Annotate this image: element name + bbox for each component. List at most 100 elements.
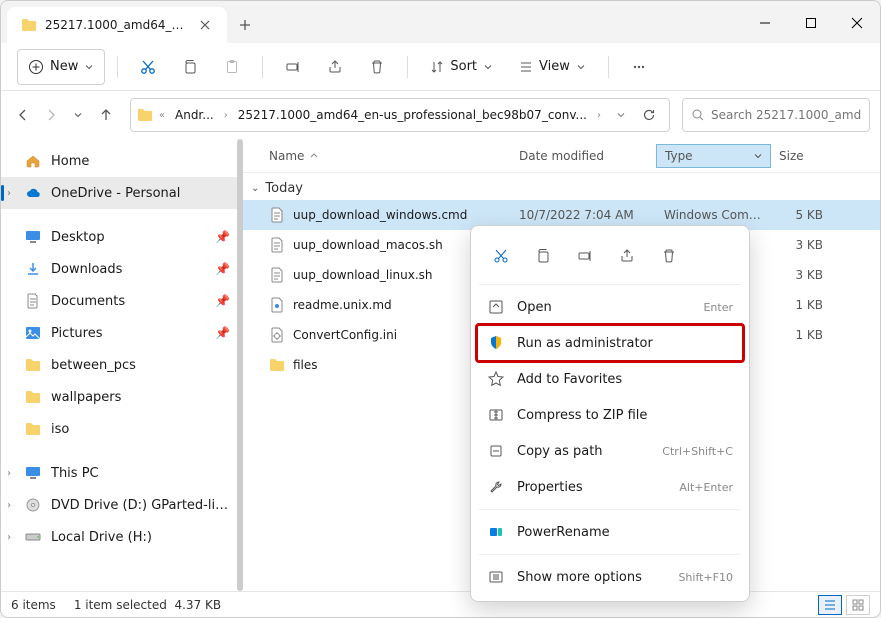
rename-icon (285, 59, 301, 75)
search-input[interactable] (711, 108, 861, 122)
ctx-item-label: PowerRename (517, 525, 610, 540)
file-type-cell: Windows Comma... (656, 208, 771, 222)
sidebar: Home › OneDrive - Personal Desktop 📌 Dow… (1, 139, 241, 591)
separator (479, 509, 741, 510)
scissors-icon (139, 58, 157, 76)
sidebar-item-downloads[interactable]: Downloads 📌 (1, 253, 240, 285)
home-icon (25, 153, 41, 169)
maximize-button[interactable] (788, 7, 834, 39)
active-tab[interactable]: 25217.1000_amd64_en-us_pro (7, 7, 227, 43)
column-type[interactable]: Type (656, 144, 771, 168)
ctx-share-button[interactable] (609, 238, 645, 274)
sidebar-item-home[interactable]: Home (1, 145, 240, 177)
file-name: ConvertConfig.ini (293, 328, 397, 342)
file-name: files (293, 358, 318, 372)
arrow-up-icon (98, 107, 114, 123)
file-name: uup_download_windows.cmd (293, 208, 467, 222)
ctx-delete-button[interactable] (651, 238, 687, 274)
sidebar-item-desktop[interactable]: Desktop 📌 (1, 221, 240, 253)
column-size[interactable]: Size (771, 149, 831, 163)
pin-icon: 📌 (215, 262, 230, 276)
separator (608, 56, 609, 78)
sort-icon (430, 60, 444, 74)
sort-label: Sort (450, 59, 477, 74)
separator (479, 554, 741, 555)
ctx-cut-button[interactable] (483, 238, 519, 274)
ctx-rename-button[interactable] (567, 238, 603, 274)
chevron-right-icon[interactable]: › (7, 500, 21, 511)
ctx-compress[interactable]: Compress to ZIP file (477, 397, 743, 433)
view-button[interactable]: View (509, 49, 596, 85)
breadcrumb-part[interactable]: 25217.1000_amd64_en-us_professional_bec9… (234, 104, 591, 126)
zip-icon (487, 406, 505, 424)
file-explorer-window: 25217.1000_amd64_en-us_pro New (0, 0, 881, 618)
ctx-favorites[interactable]: Add to Favorites (477, 361, 743, 397)
file-size-cell: 3 KB (771, 238, 831, 252)
share-button[interactable] (317, 49, 353, 85)
plus-circle-icon (28, 59, 44, 75)
sidebar-item-dvd[interactable]: › DVD Drive (D:) GParted-live (1, 489, 240, 521)
new-tab-button[interactable] (227, 7, 263, 43)
column-name[interactable]: Name (261, 149, 511, 163)
group-today[interactable]: ⌄ Today (241, 173, 880, 200)
splitter-handle[interactable] (237, 139, 243, 591)
sidebar-item-folder[interactable]: iso (1, 413, 240, 445)
rename-button[interactable] (275, 49, 311, 85)
sidebar-item-onedrive[interactable]: › OneDrive - Personal (1, 177, 240, 209)
new-button[interactable]: New (17, 49, 105, 85)
sort-button[interactable]: Sort (420, 49, 503, 85)
star-icon (487, 370, 505, 388)
details-view-button[interactable] (818, 595, 842, 615)
status-selected: 1 item selected 4.37 KB (74, 598, 221, 612)
context-menu: Open Enter Run as administrator Add to F… (470, 225, 750, 602)
chevron-right-icon[interactable]: › (7, 532, 21, 543)
address-bar[interactable]: « Andr... › 25217.1000_amd64_en-us_profe… (130, 98, 670, 132)
ctx-copy-button[interactable] (525, 238, 561, 274)
chevron-right-icon[interactable]: › (7, 188, 21, 199)
sidebar-item-pictures[interactable]: Pictures 📌 (1, 317, 240, 349)
drive-icon (25, 531, 41, 543)
recent-button[interactable] (66, 97, 90, 133)
chevron-down-icon (84, 62, 94, 72)
ctx-more-options[interactable]: Show more options Shift+F10 (477, 559, 743, 595)
pin-icon: 📌 (215, 294, 230, 308)
file-size-cell: 3 KB (771, 268, 831, 282)
up-button[interactable] (94, 97, 118, 133)
back-button[interactable] (11, 97, 35, 133)
arrow-left-icon (15, 107, 31, 123)
sidebar-item-thispc[interactable]: › This PC (1, 457, 240, 489)
share-icon (619, 248, 635, 264)
trash-icon (369, 59, 385, 75)
sidebar-item-folder[interactable]: wallpapers (1, 381, 240, 413)
new-label: New (50, 59, 78, 74)
chevron-down-icon (616, 110, 626, 120)
more-button[interactable] (621, 49, 657, 85)
column-date[interactable]: Date modified (511, 149, 656, 163)
ctx-open[interactable]: Open Enter (477, 289, 743, 325)
breadcrumb-part[interactable]: Andr... (171, 104, 218, 126)
chevron-right-icon[interactable]: › (7, 468, 21, 479)
ctx-copy-path[interactable]: Copy as path Ctrl+Shift+C (477, 433, 743, 469)
icons-view-button[interactable] (846, 595, 870, 615)
sidebar-item-documents[interactable]: Documents 📌 (1, 285, 240, 317)
ctx-power-rename[interactable]: PowerRename (477, 514, 743, 550)
navbar: « Andr... › 25217.1000_amd64_en-us_profe… (1, 91, 880, 139)
delete-button[interactable] (359, 49, 395, 85)
sidebar-item-folder[interactable]: between_pcs (1, 349, 240, 381)
sidebar-item-drive[interactable]: › Local Drive (H:) (1, 521, 240, 553)
downloads-icon (25, 261, 41, 277)
close-button[interactable] (834, 7, 880, 39)
ctx-properties[interactable]: Properties Alt+Enter (477, 469, 743, 505)
address-dropdown[interactable] (611, 110, 631, 120)
ctx-run-as-admin[interactable]: Run as administrator (477, 325, 743, 361)
cut-button[interactable] (130, 49, 166, 85)
forward-button[interactable] (39, 97, 63, 133)
paste-button[interactable] (214, 49, 250, 85)
more-icon (487, 568, 505, 586)
minimize-button[interactable] (742, 7, 788, 39)
tab-close-button[interactable] (197, 17, 213, 33)
copy-button[interactable] (172, 49, 208, 85)
refresh-button[interactable] (635, 101, 663, 129)
search-box[interactable] (682, 98, 870, 132)
clipboard-icon (224, 59, 240, 75)
